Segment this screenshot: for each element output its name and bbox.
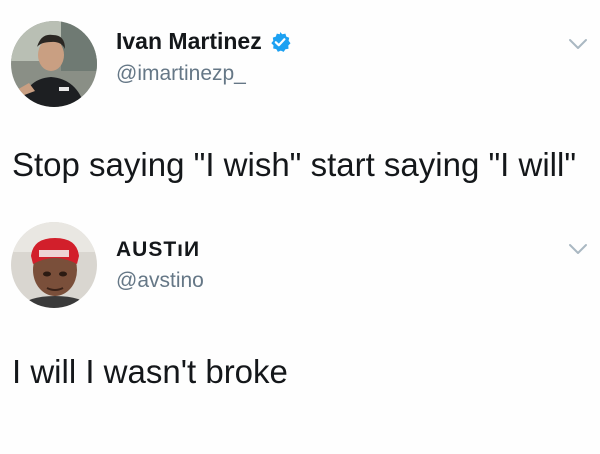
name-row: Ivan Martinez xyxy=(116,28,291,55)
reply-tweet: AUSTıИ @avstino I will I wasn't broke xyxy=(0,215,600,454)
tweet-text: I will I wasn't broke xyxy=(12,353,288,390)
tweet-screenshot: Ivan Martinez @imartinezp_ Stop saying "… xyxy=(0,0,600,454)
display-name[interactable]: Ivan Martinez xyxy=(116,28,262,55)
handle[interactable]: @imartinezp_ xyxy=(116,62,246,86)
name-row: AUSTıИ xyxy=(116,238,200,262)
chevron-down-icon[interactable] xyxy=(568,37,588,51)
avatar-ivan-martinez[interactable] xyxy=(11,21,97,107)
avatar-austin[interactable] xyxy=(11,222,97,308)
verified-badge-icon xyxy=(269,31,291,53)
tweet-text: Stop saying "I wish" start saying "I wil… xyxy=(12,146,577,183)
display-name[interactable]: AUSTıИ xyxy=(116,238,200,262)
original-tweet: Ivan Martinez @imartinezp_ Stop saying "… xyxy=(0,0,600,215)
handle[interactable]: @avstino xyxy=(116,269,204,293)
chevron-down-icon[interactable] xyxy=(568,242,588,256)
